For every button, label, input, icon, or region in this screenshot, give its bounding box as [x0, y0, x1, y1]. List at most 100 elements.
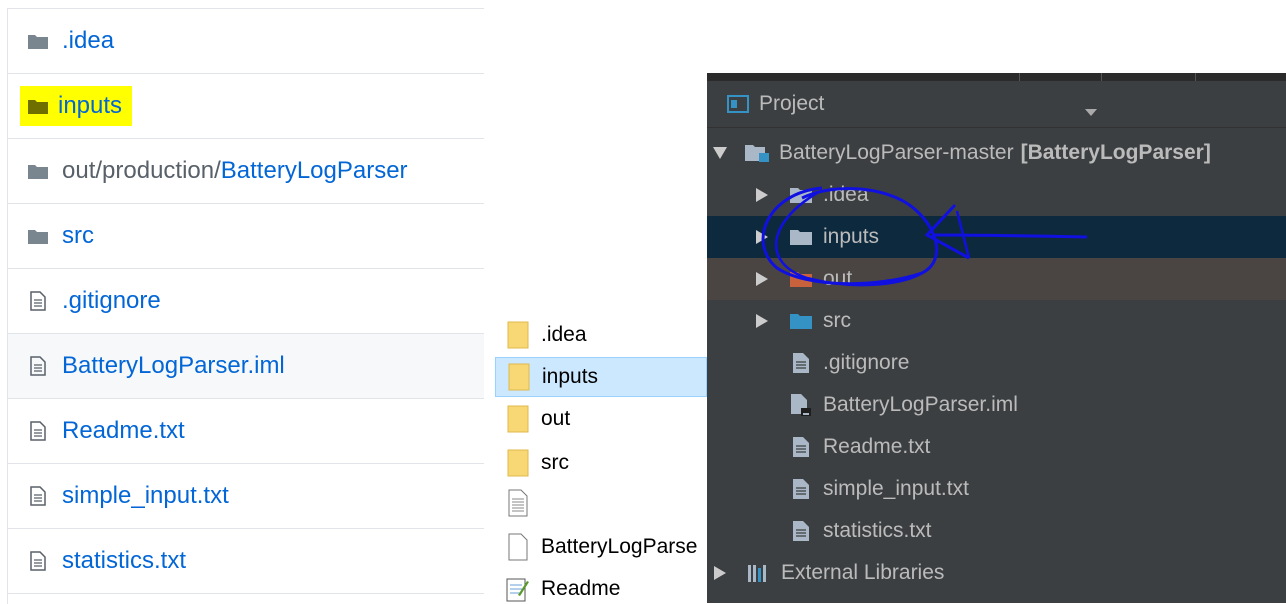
github-file-list: .idea inputs out/production/ BatteryLogP…: [7, 8, 484, 604]
github-item-label[interactable]: src: [62, 222, 94, 250]
ide-tree-src[interactable]: src: [707, 300, 1286, 342]
ide-panel-header[interactable]: Project: [707, 81, 1286, 128]
ide-item-label[interactable]: .gitignore: [823, 351, 909, 375]
github-item-label[interactable]: statistics.txt: [62, 547, 186, 575]
github-row-readme[interactable]: Readme.txt: [8, 399, 484, 464]
ide-item-label[interactable]: BatteryLogParser.iml: [823, 393, 1018, 417]
ide-panel-title: Project: [759, 92, 825, 115]
ide-root-module[interactable]: [BatteryLogParser]: [1021, 141, 1211, 165]
ide-project-panel: Project BatteryLogParser-master [Battery…: [707, 73, 1286, 603]
ide-tree-root[interactable]: BatteryLogParser-master [BatteryLogParse…: [707, 132, 1286, 174]
ide-item-label[interactable]: inputs: [823, 225, 879, 249]
github-row-src[interactable]: src: [8, 204, 484, 269]
text-file-icon: [789, 521, 813, 541]
text-file-icon: [505, 489, 531, 517]
tab-separator: [1101, 73, 1102, 81]
text-file-icon: [789, 353, 813, 373]
github-row-out[interactable]: out/production/ BatteryLogParser: [8, 139, 484, 204]
github-item-label[interactable]: .gitignore: [62, 287, 161, 315]
file-icon: [28, 291, 48, 311]
explorer-item-label[interactable]: inputs: [542, 365, 598, 389]
blank-file-icon: [505, 533, 531, 561]
ide-root-name[interactable]: BatteryLogParser-master: [779, 141, 1014, 165]
explorer-item-label[interactable]: src: [541, 451, 569, 475]
github-item-path-prefix[interactable]: out/production/: [62, 157, 221, 185]
text-file-icon: [789, 437, 813, 457]
explorer-row-iml[interactable]: BatteryLogParse: [495, 527, 707, 567]
ide-item-label[interactable]: Readme.txt: [823, 435, 930, 459]
ide-item-label[interactable]: simple_input.txt: [823, 477, 969, 501]
tab-separator: [1019, 73, 1020, 81]
source-folder-icon: [789, 313, 813, 329]
github-item-label[interactable]: Readme.txt: [62, 417, 185, 445]
ide-item-label[interactable]: src: [823, 309, 851, 333]
expand-arrow-right-icon[interactable]: [755, 314, 769, 328]
ide-item-label[interactable]: out: [823, 267, 852, 291]
explorer-item-label[interactable]: Readme: [541, 577, 620, 601]
github-row-gitignore[interactable]: .gitignore: [8, 269, 484, 334]
ide-tree-out[interactable]: out: [707, 258, 1286, 300]
text-file-icon: [789, 479, 813, 499]
folder-icon: [505, 448, 531, 478]
explorer-item-label[interactable]: BatteryLogParse: [541, 535, 697, 559]
file-icon: [28, 486, 48, 506]
folder-icon: [28, 228, 48, 244]
ide-tree-inputs[interactable]: inputs: [707, 216, 1286, 258]
github-row-inputs[interactable]: inputs: [8, 74, 484, 139]
ide-tree-simple-input[interactable]: simple_input.txt: [707, 468, 1286, 510]
file-icon: [28, 356, 48, 376]
library-icon: [747, 564, 771, 582]
folder-icon: [28, 98, 48, 114]
github-item-label[interactable]: inputs: [58, 92, 122, 120]
explorer-file-list: .idea inputs out src BatteryLogParse Rea…: [495, 313, 707, 603]
notepad-icon: [505, 575, 531, 603]
github-row-simple-input[interactable]: simple_input.txt: [8, 464, 484, 529]
folder-icon: [789, 187, 813, 203]
github-row-idea[interactable]: .idea: [8, 9, 484, 74]
explorer-row-out[interactable]: out: [495, 399, 707, 439]
ide-tree-statistics[interactable]: statistics.txt: [707, 510, 1286, 552]
github-item-label[interactable]: simple_input.txt: [62, 482, 229, 510]
explorer-item-label[interactable]: out: [541, 407, 570, 431]
ide-tree-idea[interactable]: .idea: [707, 174, 1286, 216]
ide-item-label[interactable]: External Libraries: [781, 561, 944, 585]
expand-arrow-right-icon[interactable]: [755, 188, 769, 202]
file-icon: [28, 551, 48, 571]
explorer-item-label[interactable]: .idea: [541, 323, 587, 347]
ide-tree-external-libraries[interactable]: External Libraries: [707, 552, 1286, 594]
folder-icon: [28, 33, 48, 49]
yellow-highlight: inputs: [20, 86, 133, 126]
explorer-row-text-file[interactable]: [495, 483, 707, 523]
ide-tree-readme[interactable]: Readme.txt: [707, 426, 1286, 468]
ide-tree-iml[interactable]: BatteryLogParser.iml: [707, 384, 1286, 426]
folder-icon: [505, 320, 531, 350]
ide-tree-gitignore[interactable]: .gitignore: [707, 342, 1286, 384]
expand-arrow-right-icon[interactable]: [755, 230, 769, 244]
ide-top-tabs-strip: [707, 73, 1286, 81]
github-row-iml[interactable]: BatteryLogParser.iml: [8, 334, 484, 399]
expand-arrow-right-icon[interactable]: [713, 566, 727, 580]
ide-item-label[interactable]: statistics.txt: [823, 519, 932, 543]
expand-arrow-down-icon[interactable]: [713, 147, 727, 159]
folder-icon: [789, 229, 813, 245]
expand-arrow-right-icon[interactable]: [755, 272, 769, 286]
github-item-label[interactable]: BatteryLogParser.iml: [62, 352, 285, 380]
github-item-label[interactable]: .idea: [62, 27, 114, 55]
excluded-folder-icon: [789, 271, 813, 287]
folder-icon: [505, 404, 531, 434]
file-icon: [28, 421, 48, 441]
iml-file-icon: [789, 394, 813, 416]
ide-item-label[interactable]: .idea: [823, 183, 869, 207]
folder-icon: [28, 163, 48, 179]
project-view-icon: [727, 95, 749, 113]
tab-separator: [1195, 73, 1196, 81]
github-item-label[interactable]: BatteryLogParser: [221, 157, 408, 185]
explorer-row-src[interactable]: src: [495, 443, 707, 483]
explorer-row-inputs[interactable]: inputs: [495, 357, 707, 397]
module-folder-icon: [745, 144, 769, 162]
chevron-down-icon[interactable]: [1085, 99, 1097, 123]
explorer-row-readme[interactable]: Readme: [495, 569, 707, 603]
folder-icon: [506, 362, 532, 392]
github-row-statistics[interactable]: statistics.txt: [8, 529, 484, 594]
explorer-row-idea[interactable]: .idea: [495, 315, 707, 355]
